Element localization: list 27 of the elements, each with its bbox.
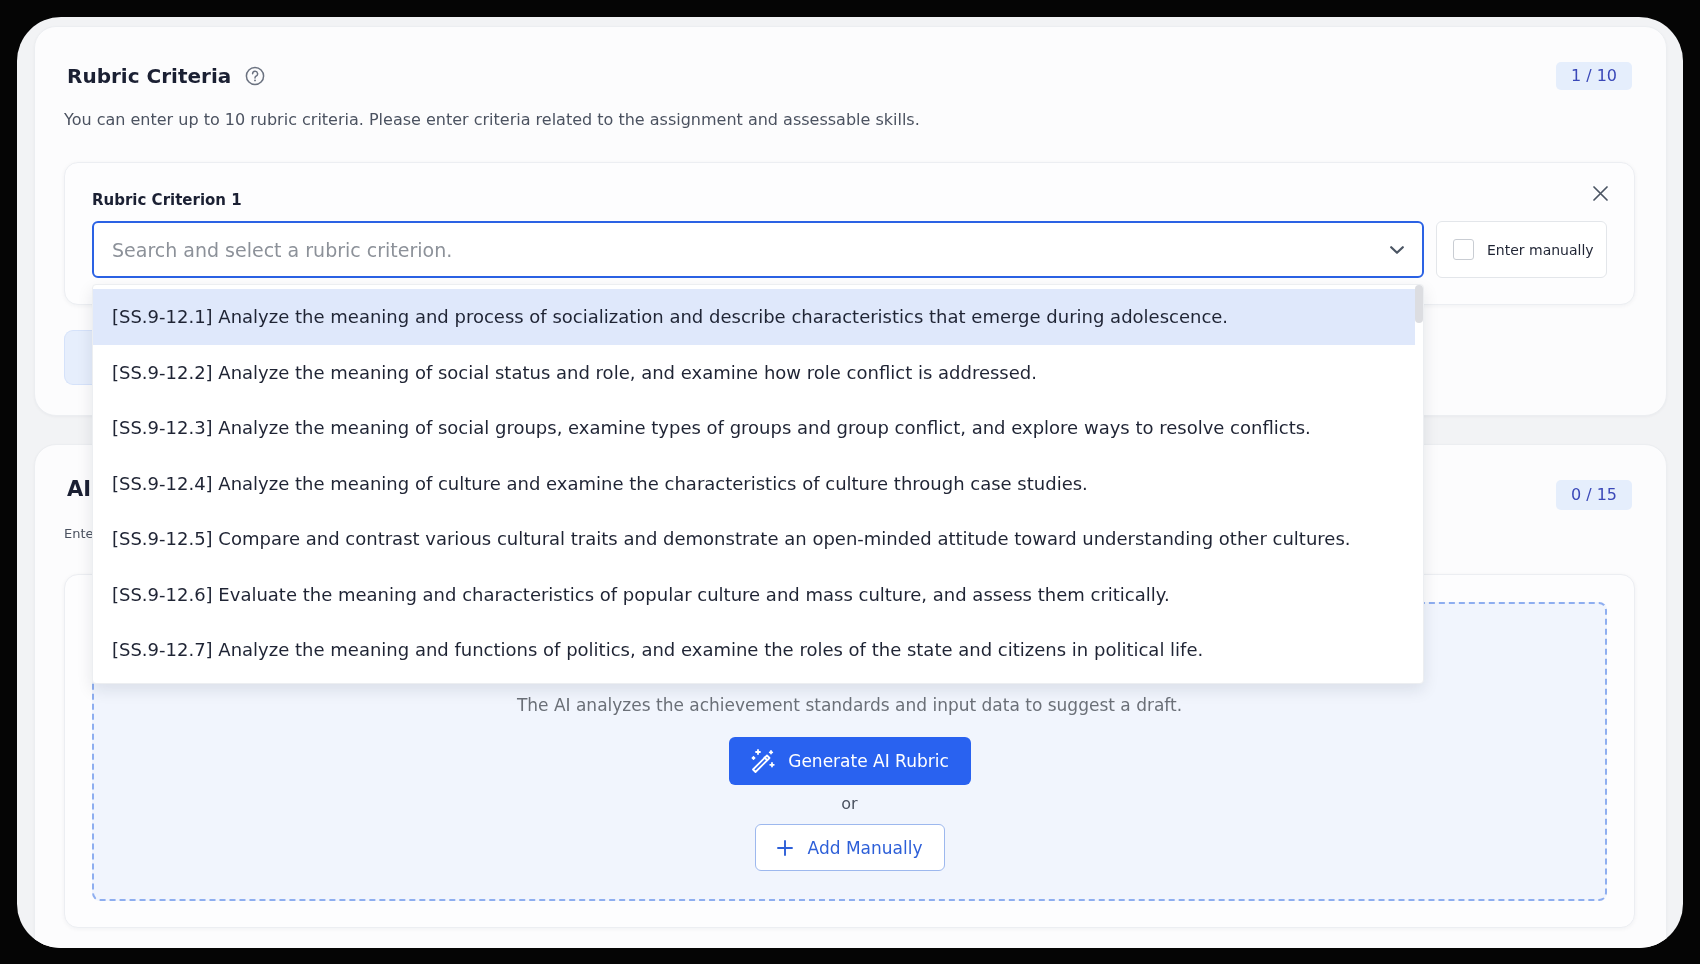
separator-text: or	[841, 793, 858, 815]
plus-icon	[776, 839, 793, 856]
help-icon[interactable]	[245, 66, 266, 86]
hint-text: The AI analyzes the achievement standards and input data to suggest a draft.	[516, 694, 1183, 717]
scrollbar-thumb[interactable]	[1415, 285, 1423, 323]
section-title: AI	[67, 476, 92, 503]
add-button[interactable]: Add Manually	[754, 824, 945, 871]
section-description: Ente	[64, 525, 94, 543]
section-description: You can enter up to 10 rubric criteria. Please enter criteria related to the assignment and assessable skills.	[64, 109, 921, 131]
chevron-down-icon[interactable]	[1390, 246, 1404, 254]
counter-badge: 0 / 15	[1555, 480, 1632, 510]
criterion-select[interactable]: Search and select a rubric criterion.	[92, 221, 1424, 278]
close-icon[interactable]	[1593, 186, 1608, 201]
counter-badge: 1 / 10	[1555, 62, 1632, 90]
section-title: Rubric Criteria	[67, 63, 232, 90]
dropdown-option[interactable]: [SS.9-12.1] Analyze the meaning and process of socialization and describe characteristics that emerge during adolescence.	[93, 289, 1415, 345]
criterion-label: Rubric Criterion 1	[92, 190, 242, 210]
dropdown-option[interactable]: [SS.9-12.2] Analyze the meaning of social status and role, and examine how role conflict is addressed.	[93, 344, 1415, 400]
generate-button[interactable]: Generate AI Rubric	[728, 737, 971, 785]
dropdown-option[interactable]: [SS.9-12.6] Evaluate the meaning and characteristics of popular culture and mass culture, and assess them critically.	[93, 566, 1415, 622]
dropdown-option[interactable]: [SS.9-12.7] Analyze the meaning and functions of politics, and examine the roles of the state and citizens in political life.	[93, 622, 1415, 678]
dropdown-option[interactable]: [SS.9-12.3] Analyze the meaning of social groups, examine types of groups and group conflict, and explore ways to resolve conflicts.	[93, 400, 1415, 456]
dropdown-option[interactable]: [SS.9-12.5] Compare and contrast various cultural traits and demonstrate an open-minded attitude toward understanding other cultures.	[93, 511, 1415, 567]
checkbox[interactable]	[1453, 239, 1474, 260]
dropdown-option[interactable]: [SS.9-12.4] Analyze the meaning of culture and examine the characteristics of culture through case studies.	[93, 455, 1415, 511]
enter-manually-option[interactable]: Enter manually	[1436, 221, 1607, 278]
magic-wand-icon	[750, 748, 777, 774]
